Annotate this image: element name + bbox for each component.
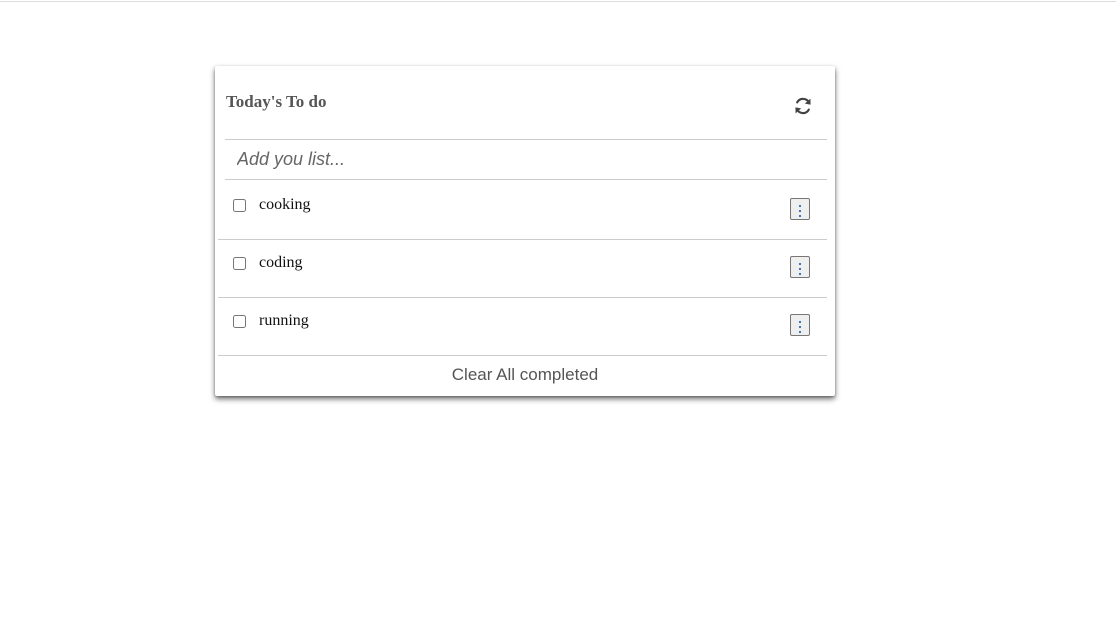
kebab-menu-icon [791,262,809,276]
todo-menu-button[interactable] [790,256,810,278]
todo-checkbox[interactable] [233,257,246,270]
todo-checkbox[interactable] [233,199,246,212]
top-divider [0,0,1116,2]
todo-item: coding [218,239,827,298]
todo-item: cooking [218,181,827,240]
todo-menu-button[interactable] [790,198,810,220]
todo-label: cooking [259,196,311,213]
todo-menu-button[interactable] [790,314,810,336]
refresh-icon [791,94,815,118]
todo-label: running [259,312,309,329]
todo-card: Today's To do cooking cod [215,66,835,396]
card-title: Today's To do [226,92,327,111]
todo-item: running [218,297,827,356]
clear-completed-button[interactable]: Clear All completed [235,355,815,395]
kebab-menu-icon [791,204,809,218]
refresh-button[interactable] [791,94,815,118]
todo-checkbox[interactable] [233,315,246,328]
add-todo-input[interactable] [225,139,827,180]
todo-label: coding [259,254,303,271]
kebab-menu-icon [791,320,809,334]
